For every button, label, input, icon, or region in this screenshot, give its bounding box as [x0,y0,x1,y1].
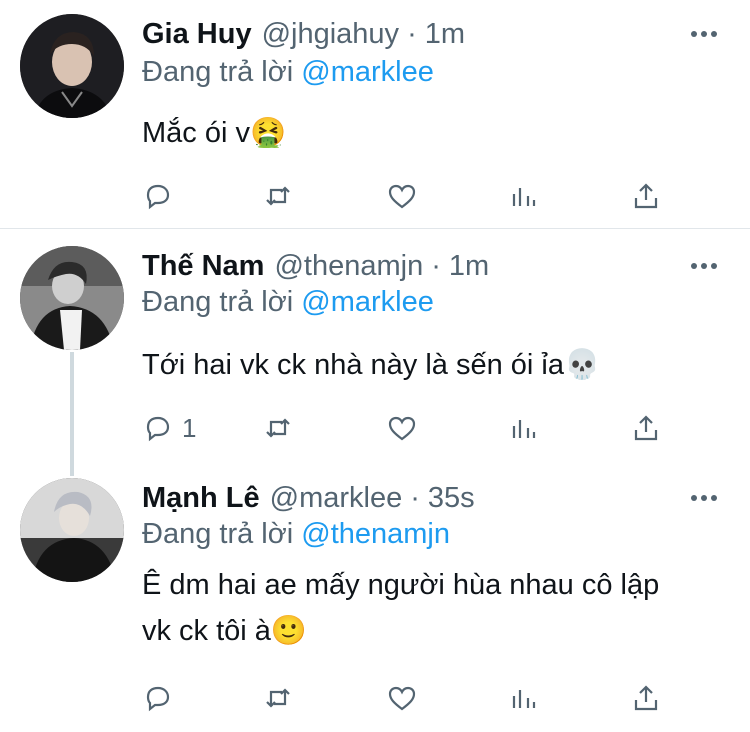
tweet-header: Gia Huy @jhgiahuy · 1m [142,14,465,54]
separator-dot: · [431,249,441,282]
display-name[interactable]: Gia Huy [142,18,252,51]
analytics-icon [512,188,536,206]
avatar[interactable] [20,14,124,118]
tweet-text-line: vk ck tôi à🙂 [142,615,308,647]
reply-count: 1 [182,412,197,443]
avatar[interactable] [20,478,124,582]
user-handle[interactable]: @thenamjn [274,250,423,283]
analytics-icon [512,690,536,708]
avatar[interactable] [20,246,124,350]
timestamp[interactable]: 1m [425,18,465,51]
reply-icon [146,184,170,210]
more-icon[interactable] [688,18,720,50]
retweet-button[interactable] [262,176,294,216]
replying-to-label: Đang trả lời [142,518,294,550]
retweet-icon [266,688,290,708]
retweet-icon [266,186,290,206]
more-icon[interactable] [688,250,720,282]
tweet-the-nam[interactable]: Thế Nam @thenamjn · 1m Đang trả lời @mar… [0,230,750,462]
user-handle[interactable]: @marklee [270,482,403,515]
separator-dot: · [410,481,420,514]
like-button[interactable] [386,408,418,448]
reply-button[interactable] [142,176,182,216]
like-icon [388,416,416,441]
replying-to: Đang trả lời @marklee [142,56,434,89]
replying-to-label: Đang trả lời [142,56,294,88]
tweet-actions: 1 [142,408,682,448]
analytics-button[interactable] [508,408,540,448]
tweet-text: Tới hai vk ck nhà này là sến ói ỉa💀 [142,342,600,388]
tweet-text: Mắc ói v🤮 [142,110,286,156]
mention-link[interactable]: @marklee [301,286,434,318]
timestamp[interactable]: 35s [428,482,475,515]
more-icon[interactable] [688,482,720,514]
like-button[interactable] [386,678,418,718]
profile-photo [20,246,124,350]
share-button[interactable] [630,678,662,718]
replying-to: Đang trả lời @marklee [142,286,434,319]
tweet-divider [0,228,750,229]
like-icon [388,686,416,711]
mention-link[interactable]: @thenamjn [301,518,450,550]
retweet-icon [266,418,290,438]
analytics-icon [512,420,536,438]
tweet-text-line: Mắc ói v🤮 [142,117,287,149]
tweet-header: Mạnh Lê @marklee · 35s [142,478,475,518]
reply-button[interactable]: 1 [142,408,196,448]
like-icon [388,184,416,209]
profile-photo [20,478,124,582]
replying-to: Đang trả lời @thenamjn [142,518,450,551]
reply-icon [146,416,170,442]
share-icon [634,183,658,209]
display-name[interactable]: Thế Nam [142,250,264,283]
tweet-text: Ê dm hai ae mấy người hùa nhau cô lập vk… [142,562,659,654]
share-button[interactable] [630,408,662,448]
analytics-button[interactable] [508,678,540,718]
profile-photo [20,14,124,118]
tweet-manh-le[interactable]: Mạnh Lê @marklee · 35s Đang trả lời @the… [0,462,750,732]
reply-icon [146,686,170,712]
tweet-gia-huy[interactable]: Gia Huy @jhgiahuy · 1m Đang trả lời @mar… [0,0,750,226]
analytics-button[interactable] [508,176,540,216]
like-button[interactable] [386,176,418,216]
retweet-button[interactable] [262,678,294,718]
tweet-actions [142,176,682,216]
tweet-actions [142,678,682,718]
tweet-text-line: Tới hai vk ck nhà này là sến ói ỉa💀 [142,349,601,381]
retweet-button[interactable] [262,408,294,448]
share-button[interactable] [630,176,662,216]
timestamp[interactable]: 1m [449,250,489,283]
share-icon [634,685,658,711]
replying-to-label: Đang trả lời [142,286,294,318]
display-name[interactable]: Mạnh Lê [142,482,260,515]
tweet-text-line: Ê dm hai ae mấy người hùa nhau cô lập [142,569,660,601]
tweet-header: Thế Nam @thenamjn · 1m [142,246,489,286]
share-icon [634,415,658,441]
separator-dot: · [407,17,417,50]
mention-link[interactable]: @marklee [301,56,434,88]
user-handle[interactable]: @jhgiahuy [262,18,399,51]
reply-button[interactable] [142,678,182,718]
